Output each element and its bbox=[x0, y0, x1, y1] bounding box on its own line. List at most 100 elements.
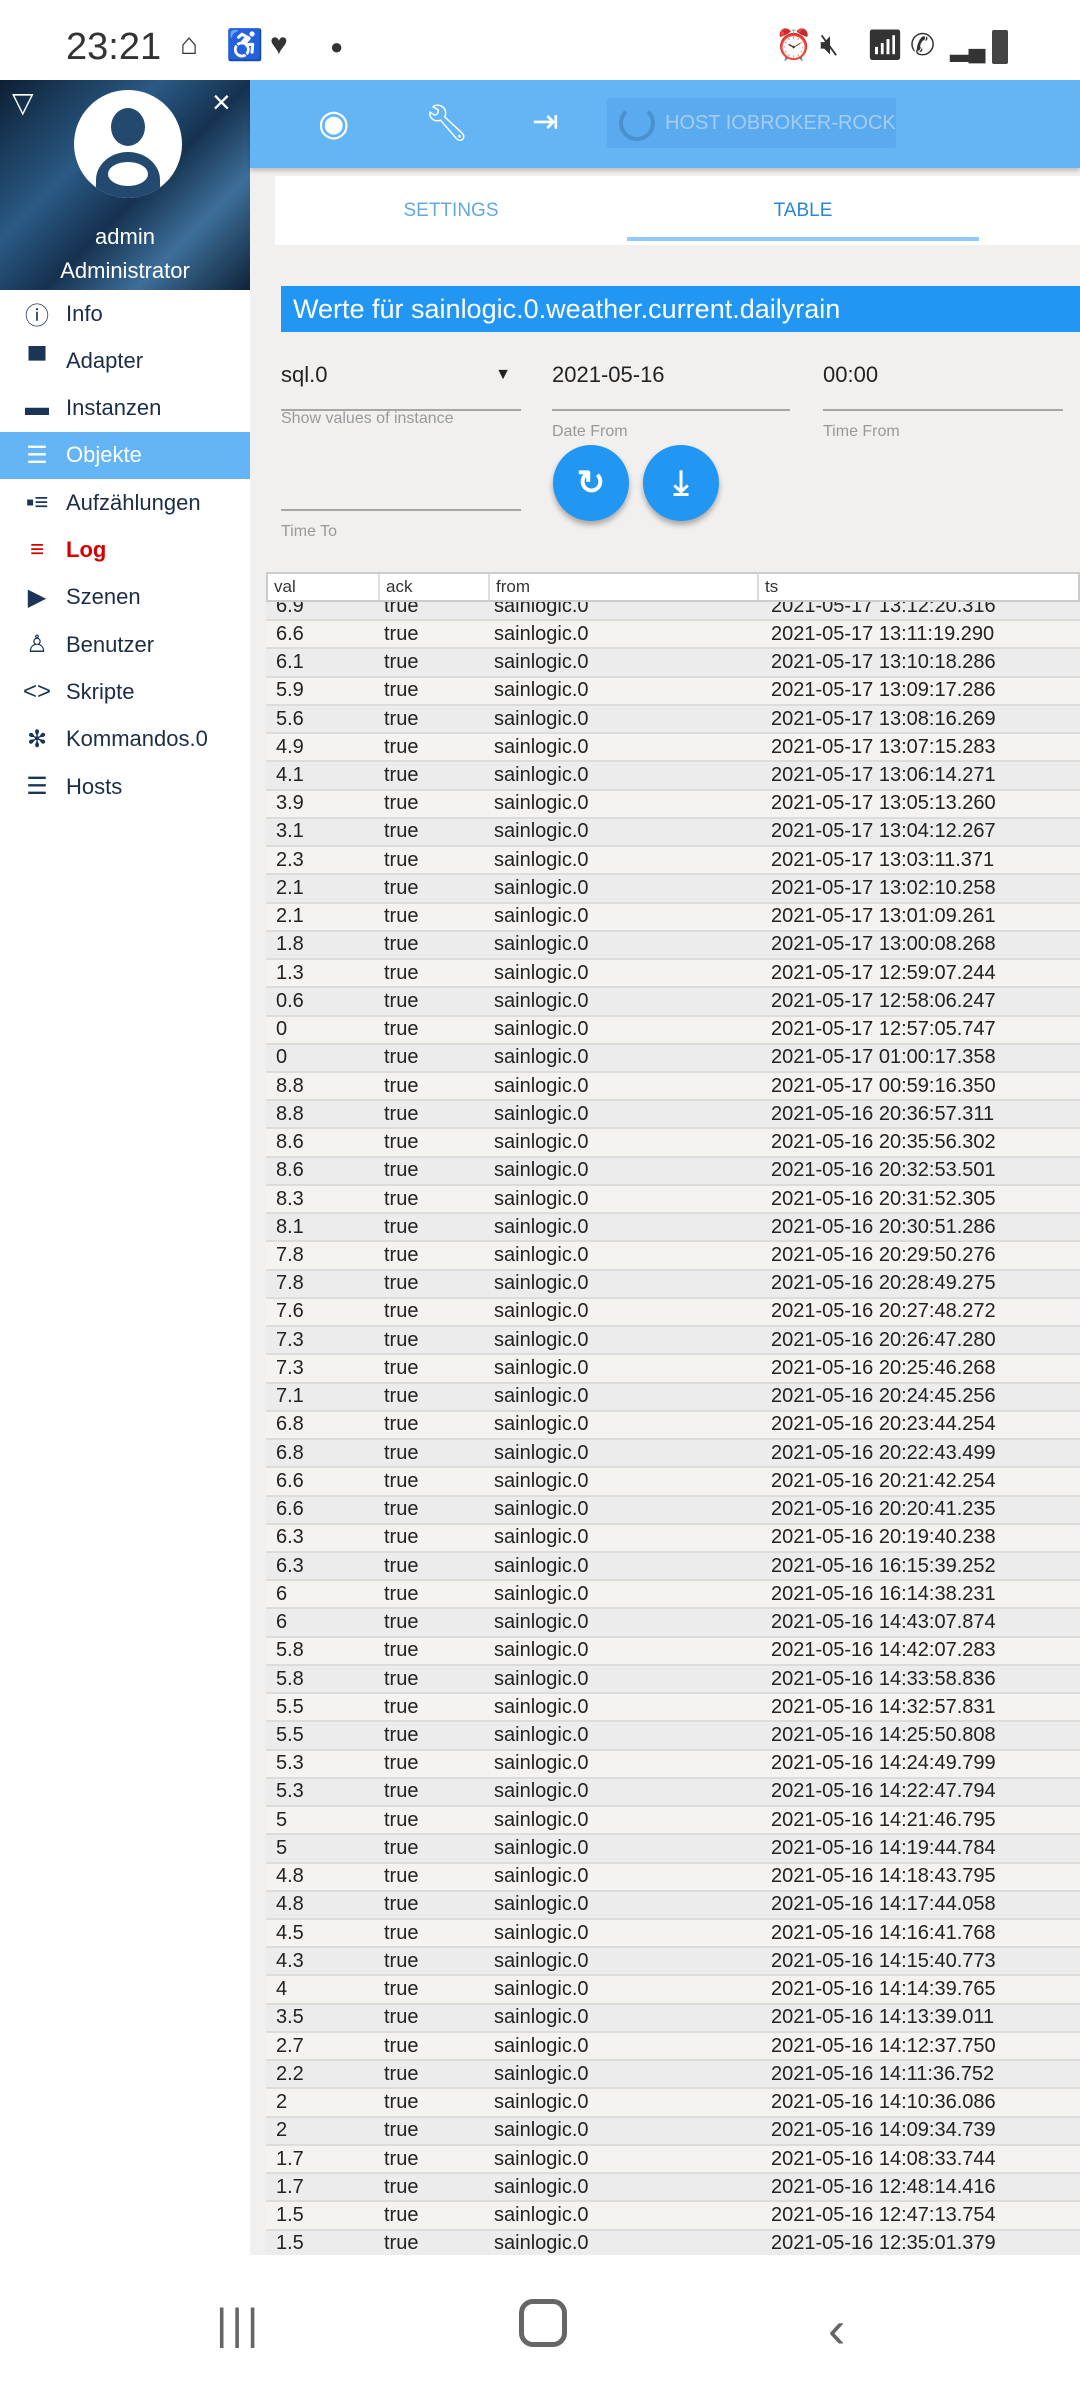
table-icon: ☰ bbox=[26, 441, 48, 469]
cell-from: sainlogic.0 bbox=[494, 1554, 589, 1577]
cell-val: 4.3 bbox=[276, 1949, 304, 1972]
page-title: Werte für sainlogic.0.weather.current.da… bbox=[281, 286, 1080, 332]
sidebar-item-kommandos-0[interactable]: ✻ Kommandos.0 bbox=[0, 716, 250, 763]
table-row: 6.8 true sainlogic.0 2021-05-16 20:22:43.49… bbox=[266, 1440, 1080, 1469]
cell-val: 8.6 bbox=[276, 1159, 304, 1182]
cell-from: sainlogic.0 bbox=[494, 1159, 589, 1182]
sidebar-item-adapter[interactable]: ▀ Adapter bbox=[0, 337, 250, 384]
triangle-down-icon[interactable]: ▽ bbox=[12, 86, 34, 119]
cell-ack: true bbox=[384, 679, 419, 702]
sidebar-item-info[interactable]: ⓘ Info bbox=[0, 290, 250, 337]
table-row: 4.9 true sainlogic.0 2021-05-17 13:07:15.28… bbox=[266, 734, 1080, 763]
cell-val: 8.1 bbox=[276, 1215, 304, 1238]
recent-apps-icon[interactable]: ||| bbox=[216, 2300, 262, 2350]
signal-icon: ▂▄ bbox=[950, 35, 986, 62]
eye-icon[interactable]: ◉ bbox=[318, 102, 349, 144]
close-icon[interactable]: × bbox=[212, 84, 231, 121]
sidebar-item-instanzen[interactable]: ▬ Instanzen bbox=[0, 385, 250, 432]
column-header-from[interactable]: from bbox=[490, 574, 759, 600]
tab-settings[interactable]: SETTINGS bbox=[275, 176, 627, 245]
table-row: 8.3 true sainlogic.0 2021-05-16 20:31:52.30… bbox=[266, 1185, 1080, 1215]
cell-from: sainlogic.0 bbox=[494, 1441, 589, 1464]
sidebar-item-hosts[interactable]: ☰ Hosts bbox=[0, 763, 250, 810]
sidebar-item-log[interactable]: ≡ Log bbox=[0, 527, 250, 574]
table-row: 2.3 true sainlogic.0 2021-05-17 13:03:11.37… bbox=[266, 847, 1080, 876]
cell-ts: 2021-05-16 20:31:52.305 bbox=[771, 1187, 996, 1210]
date-from-input[interactable]: 2021-05-16 bbox=[552, 362, 790, 412]
alarm-icon: ⏰ bbox=[775, 29, 813, 62]
sidebar-item-label: Szenen bbox=[66, 584, 141, 610]
status-bar: 23:21 ⌂ ♿ ♥ ● ⏰ 🔇︎ 📶︎ ✆ ▂▄ bbox=[0, 0, 1080, 80]
table-row: 6.6 true sainlogic.0 2021-05-16 20:20:41.23… bbox=[266, 1496, 1080, 1525]
cell-from: sainlogic.0 bbox=[494, 1385, 589, 1408]
cell-val: 4.8 bbox=[276, 1893, 304, 1916]
table-row: 8.8 true sainlogic.0 2021-05-16 20:36:57.31… bbox=[266, 1101, 1080, 1130]
cell-ts: 2021-05-16 14:17:44.058 bbox=[771, 1893, 996, 1916]
cell-ts: 2021-05-16 14:33:58.836 bbox=[771, 1667, 996, 1690]
column-header-ack[interactable]: ack bbox=[380, 574, 490, 600]
cell-from: sainlogic.0 bbox=[494, 1865, 589, 1888]
dot-icon: ● bbox=[330, 34, 344, 59]
home-icon[interactable] bbox=[519, 2299, 567, 2347]
sidebar-item-skripte[interactable]: <> Skripte bbox=[0, 668, 250, 715]
cell-ts: 2021-05-17 13:01:09.261 bbox=[771, 905, 996, 928]
cell-from: sainlogic.0 bbox=[494, 1808, 589, 1831]
table-row: 5 true sainlogic.0 2021-05-16 14:19:44.784 bbox=[266, 1835, 1080, 1864]
cell-ts: 2021-05-16 12:35:01.379 bbox=[771, 2232, 996, 2255]
table-row: 7.6 true sainlogic.0 2021-05-16 20:27:48.27… bbox=[266, 1298, 1080, 1328]
cell-ack: true bbox=[384, 1667, 419, 1690]
table-row: 4.1 true sainlogic.0 2021-05-17 13:06:14.27… bbox=[266, 762, 1080, 791]
sidebar-item-label: Info bbox=[66, 300, 103, 326]
cell-ack: true bbox=[384, 905, 419, 928]
time-from-value: 00:00 bbox=[823, 362, 879, 387]
logout-icon[interactable]: ⇥ bbox=[532, 102, 559, 140]
table-row: 6.3 true sainlogic.0 2021-05-16 16:15:39.25… bbox=[266, 1552, 1080, 1582]
cell-val: 7.8 bbox=[276, 1272, 304, 1295]
sidebar-item-aufz-hlungen[interactable]: ▪≡ Aufzählungen bbox=[0, 479, 250, 526]
cell-ack: true bbox=[384, 1244, 419, 1266]
tab-table[interactable]: TABLE bbox=[627, 176, 979, 245]
cell-ack: true bbox=[384, 1978, 419, 2001]
cell-ts: 2021-05-17 13:03:11.371 bbox=[771, 848, 995, 871]
date-from-value: 2021-05-16 bbox=[552, 362, 665, 387]
cell-ts: 2021-05-17 13:00:08.268 bbox=[771, 933, 996, 956]
table-row: 3.5 true sainlogic.0 2021-05-16 14:13:39.01… bbox=[266, 2004, 1080, 2033]
column-header-ts[interactable]: ts bbox=[759, 574, 1078, 600]
app-bar: ◉ 🔧︎ ⇥ HOST IOBROKER-ROCK bbox=[250, 80, 1080, 168]
snowflake-icon: ✻ bbox=[26, 725, 48, 753]
drawer: ▽ × admin Administrator ⓘ Info ▀ Adapter ▬ In… bbox=[0, 80, 250, 2255]
column-header-val[interactable]: val bbox=[268, 574, 380, 600]
time-to-input[interactable] bbox=[281, 460, 521, 510]
host-button[interactable]: HOST IOBROKER-ROCK bbox=[607, 98, 896, 148]
cell-val: 5.3 bbox=[276, 1780, 304, 1803]
sidebar-item-benutzer[interactable]: ♙ Benutzer bbox=[0, 621, 250, 668]
wrench-icon[interactable]: 🔧︎ bbox=[424, 102, 470, 144]
table-row: 6.1 true sainlogic.0 2021-05-17 13:10:18.28… bbox=[266, 649, 1080, 678]
cell-val: 1.7 bbox=[276, 2147, 304, 2170]
sidebar-item-objekte[interactable]: ☰ Objekte bbox=[0, 431, 250, 479]
cell-ack: true bbox=[384, 1780, 419, 1803]
refresh-button[interactable]: ↻ bbox=[553, 445, 629, 521]
system-nav-bar: ||| ‹ bbox=[0, 2255, 1080, 2400]
wifi-call-icon: ✆ bbox=[910, 29, 936, 62]
cell-ts: 2021-05-17 13:06:14.271 bbox=[771, 764, 996, 787]
cell-from: sainlogic.0 bbox=[494, 905, 589, 928]
instance-select[interactable]: sql.0 ▼ bbox=[281, 362, 521, 412]
table-row: 5.5 true sainlogic.0 2021-05-16 14:25:50.80… bbox=[266, 1722, 1080, 1751]
cell-ts: 2021-05-16 14:24:49.799 bbox=[771, 1752, 996, 1775]
cell-val: 6.1 bbox=[276, 651, 304, 674]
cell-ts: 2021-05-16 14:14:39.765 bbox=[771, 1978, 996, 2001]
cell-from: sainlogic.0 bbox=[494, 2006, 589, 2029]
drawer-header: ▽ × admin Administrator bbox=[0, 80, 250, 290]
back-icon[interactable]: ‹ bbox=[828, 2300, 845, 2360]
download-button[interactable]: ⤓ bbox=[643, 445, 719, 521]
values-table[interactable]: 6.9 true sainlogic.0 2021-05-17 13:12:20.31… bbox=[266, 572, 1080, 2255]
sidebar-item-szenen[interactable]: ▶ Szenen bbox=[0, 574, 250, 621]
time-from-input[interactable]: 00:00 bbox=[823, 362, 1063, 412]
cell-from: sainlogic.0 bbox=[494, 2203, 589, 2226]
table-body: 6.9 true sainlogic.0 2021-05-17 13:12:20.31… bbox=[266, 593, 1080, 2255]
cell-ts: 2021-05-16 20:22:43.499 bbox=[771, 1441, 996, 1464]
cell-val: 3.1 bbox=[276, 820, 304, 843]
cell-val: 7.1 bbox=[276, 1385, 304, 1408]
download-icon: ⤓ bbox=[673, 463, 689, 502]
